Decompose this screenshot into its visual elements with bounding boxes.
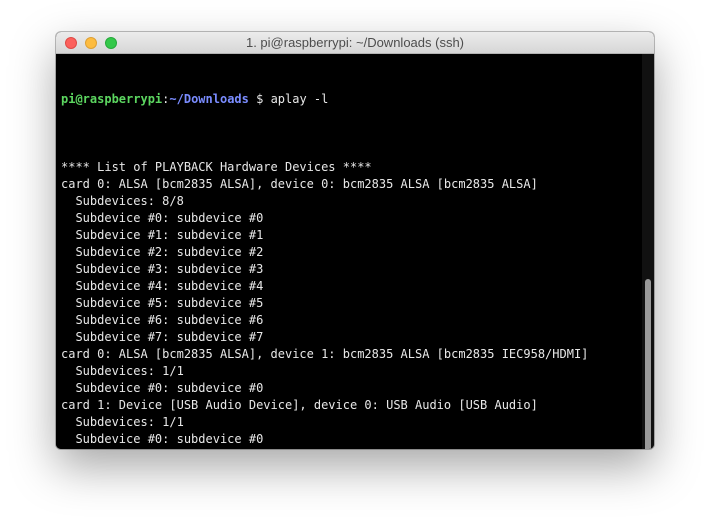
terminal-window: 1. pi@raspberrypi: ~/Downloads (ssh) pi@… [56,32,654,449]
scrollbar-thumb[interactable] [645,279,651,449]
vertical-scrollbar[interactable] [642,54,654,449]
command-output: **** List of PLAYBACK Hardware Devices *… [61,159,642,448]
output-line: Subdevice #5: subdevice #5 [61,296,264,310]
output-line: Subdevice #1: subdevice #1 [61,228,264,242]
output-line: Subdevice #0: subdevice #0 [61,211,264,225]
command-text: aplay -l [270,92,329,106]
prompt-path: ~/Downloads [169,92,249,106]
output-line: card 0: ALSA [bcm2835 ALSA], device 1: b… [61,347,589,361]
output-line: Subdevices: 1/1 [61,364,184,378]
output-line: Subdevice #7: subdevice #7 [61,330,264,344]
output-line: **** List of PLAYBACK Hardware Devices *… [61,160,372,174]
output-line: Subdevice #4: subdevice #4 [61,279,264,293]
output-line: Subdevice #0: subdevice #0 [61,381,264,395]
output-line: Subdevice #0: subdevice #0 [61,432,264,446]
prompt-symbol: $ [248,92,271,106]
window-title: 1. pi@raspberrypi: ~/Downloads (ssh) [245,35,465,50]
prompt-user-host: pi@raspberrypi [61,92,163,106]
output-line: card 1: Device [USB Audio Device], devic… [61,398,538,412]
output-line: Subdevice #2: subdevice #2 [61,245,264,259]
title-bar[interactable]: 1. pi@raspberrypi: ~/Downloads (ssh) [56,32,654,54]
output-line: Subdevice #3: subdevice #3 [61,262,264,276]
output-line: Subdevices: 1/1 [61,415,184,429]
command-line: pi@raspberrypi:~/Downloads $ aplay -l [61,91,642,108]
output-line: card 0: ALSA [bcm2835 ALSA], device 0: b… [61,177,538,191]
output-line: Subdevices: 8/8 [61,194,184,208]
terminal-content[interactable]: pi@raspberrypi:~/Downloads $ aplay -l **… [56,54,642,449]
output-line: Subdevice #6: subdevice #6 [61,313,264,327]
